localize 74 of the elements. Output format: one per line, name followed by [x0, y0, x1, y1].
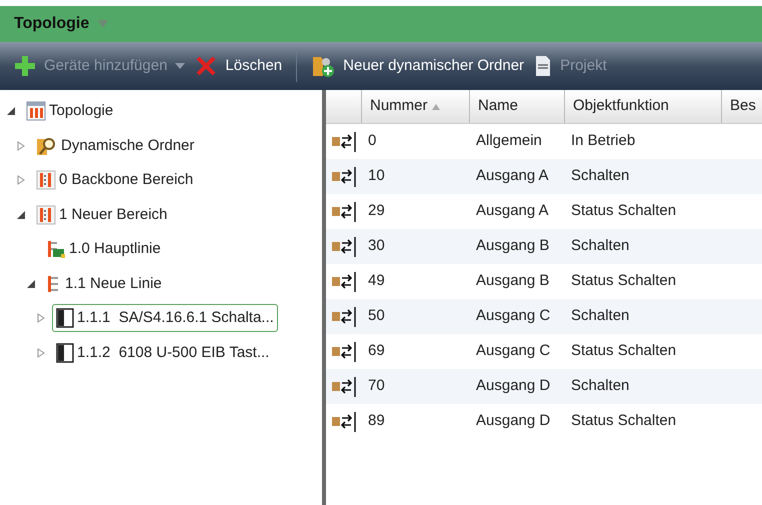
- line-icon: [46, 239, 66, 260]
- expand-arrow-icon[interactable]: [16, 175, 26, 186]
- table-cell-text: Schalten: [570, 236, 630, 256]
- table-cell-text: 69: [367, 341, 386, 362]
- collapse-arrow-icon[interactable]: [26, 278, 36, 289]
- table-cell-text: 29: [367, 201, 386, 222]
- tree-item[interactable]: 1 Neuer Bereich: [32, 200, 172, 229]
- table-cell-text: Ausgang A: [475, 201, 550, 222]
- table-cell-text: Ausgang C: [475, 341, 552, 362]
- group-object-icon: [331, 376, 357, 398]
- area-icon: [36, 170, 56, 190]
- expand-arrow-icon[interactable]: [36, 348, 46, 358]
- device-icon: [56, 342, 74, 363]
- group-object-icon: [331, 236, 357, 258]
- group-object-icon: [331, 200, 357, 222]
- table-cell-text: 30: [367, 236, 386, 256]
- table-cell-text: Schalten: [570, 306, 630, 326]
- toolbar-button[interactable]: Löschen: [193, 48, 284, 84]
- table-cell-text: Schalten: [570, 166, 630, 186]
- tree-item[interactable]: 1.1 Neue Linie: [42, 270, 166, 298]
- group-object-icon: [331, 340, 357, 362]
- tree-item[interactable]: 1.1.1 SA/S4.16.6.1 Schalta...: [52, 304, 278, 332]
- group-object-icon: [331, 410, 357, 432]
- column-header[interactable]: Bes: [722, 90, 762, 123]
- device-icon: [56, 308, 74, 328]
- table-row[interactable]: 30 Ausgang B Schalten: [326, 229, 762, 264]
- group-object-icon: [331, 130, 357, 152]
- group-object-icon: [331, 270, 357, 292]
- table-cell-text: Status Schalten: [570, 411, 678, 432]
- group-object-icon: [331, 306, 357, 328]
- table-row[interactable]: 50 Ausgang C Schalten: [326, 299, 762, 334]
- tree-item[interactable]: 1.1.2 6108 U-500 EIB Tast...: [52, 338, 274, 367]
- toolbar-button[interactable]: Neuer dynamischer Ordner: [309, 48, 526, 84]
- panel-title: Topologie: [14, 14, 90, 34]
- folder-search-icon: [36, 136, 58, 156]
- tree-item[interactable]: Dynamische Ordner: [32, 132, 198, 160]
- document-icon: [534, 55, 552, 77]
- tree-item[interactable]: 1.0 Hauptlinie: [42, 235, 165, 264]
- table-cell-text: Ausgang C: [475, 306, 552, 326]
- expand-arrow-icon[interactable]: [16, 140, 26, 151]
- table-row[interactable]: 70 Ausgang D Schalten: [326, 369, 762, 404]
- table-cell-text: Status Schalten: [570, 341, 678, 362]
- table-cell-text: 89: [367, 411, 386, 432]
- table-cell-text: 10: [367, 166, 386, 186]
- column-header[interactable]: Objektfunktion: [565, 90, 722, 123]
- table-cell-text: Ausgang B: [475, 271, 550, 292]
- column-header[interactable]: Name: [470, 90, 565, 123]
- table-cell-text: Ausgang B: [475, 236, 550, 256]
- folder-plus-icon: [311, 54, 336, 78]
- table-cell-text: Schalten: [570, 376, 630, 396]
- table-cell-text: 50: [367, 306, 386, 326]
- sort-arrow-icon: [432, 104, 440, 110]
- collapse-arrow-icon[interactable]: [16, 210, 26, 220]
- table-cell-text: Ausgang A: [475, 166, 550, 186]
- area-icon: [36, 204, 56, 225]
- table-cell-text: Ausgang D: [475, 411, 552, 432]
- tree-item[interactable]: Topologie: [22, 97, 118, 126]
- table-cell-text: Status Schalten: [570, 271, 678, 292]
- table-cell-text: 70: [367, 376, 386, 396]
- table-row[interactable]: 10 Ausgang A Schalten: [326, 159, 762, 194]
- table-cell-text: Ausgang D: [475, 376, 552, 396]
- expand-arrow-icon[interactable]: [36, 313, 46, 324]
- column-header[interactable]: Nummer: [362, 90, 470, 123]
- table-cell-text: Allgemein: [475, 131, 543, 152]
- table-cell-text: Status Schalten: [570, 201, 678, 222]
- table-cell-text: 49: [367, 271, 386, 292]
- tree-item[interactable]: 0 Backbone Bereich: [32, 166, 198, 194]
- table-cell-text: In Betrieb: [570, 131, 636, 152]
- table-cell-text: 0: [367, 131, 378, 152]
- close-icon: [195, 55, 218, 77]
- group-object-icon: [331, 166, 357, 188]
- plus-icon: [14, 55, 36, 77]
- collapse-arrow-icon[interactable]: [6, 106, 16, 116]
- topology-icon: [26, 101, 46, 122]
